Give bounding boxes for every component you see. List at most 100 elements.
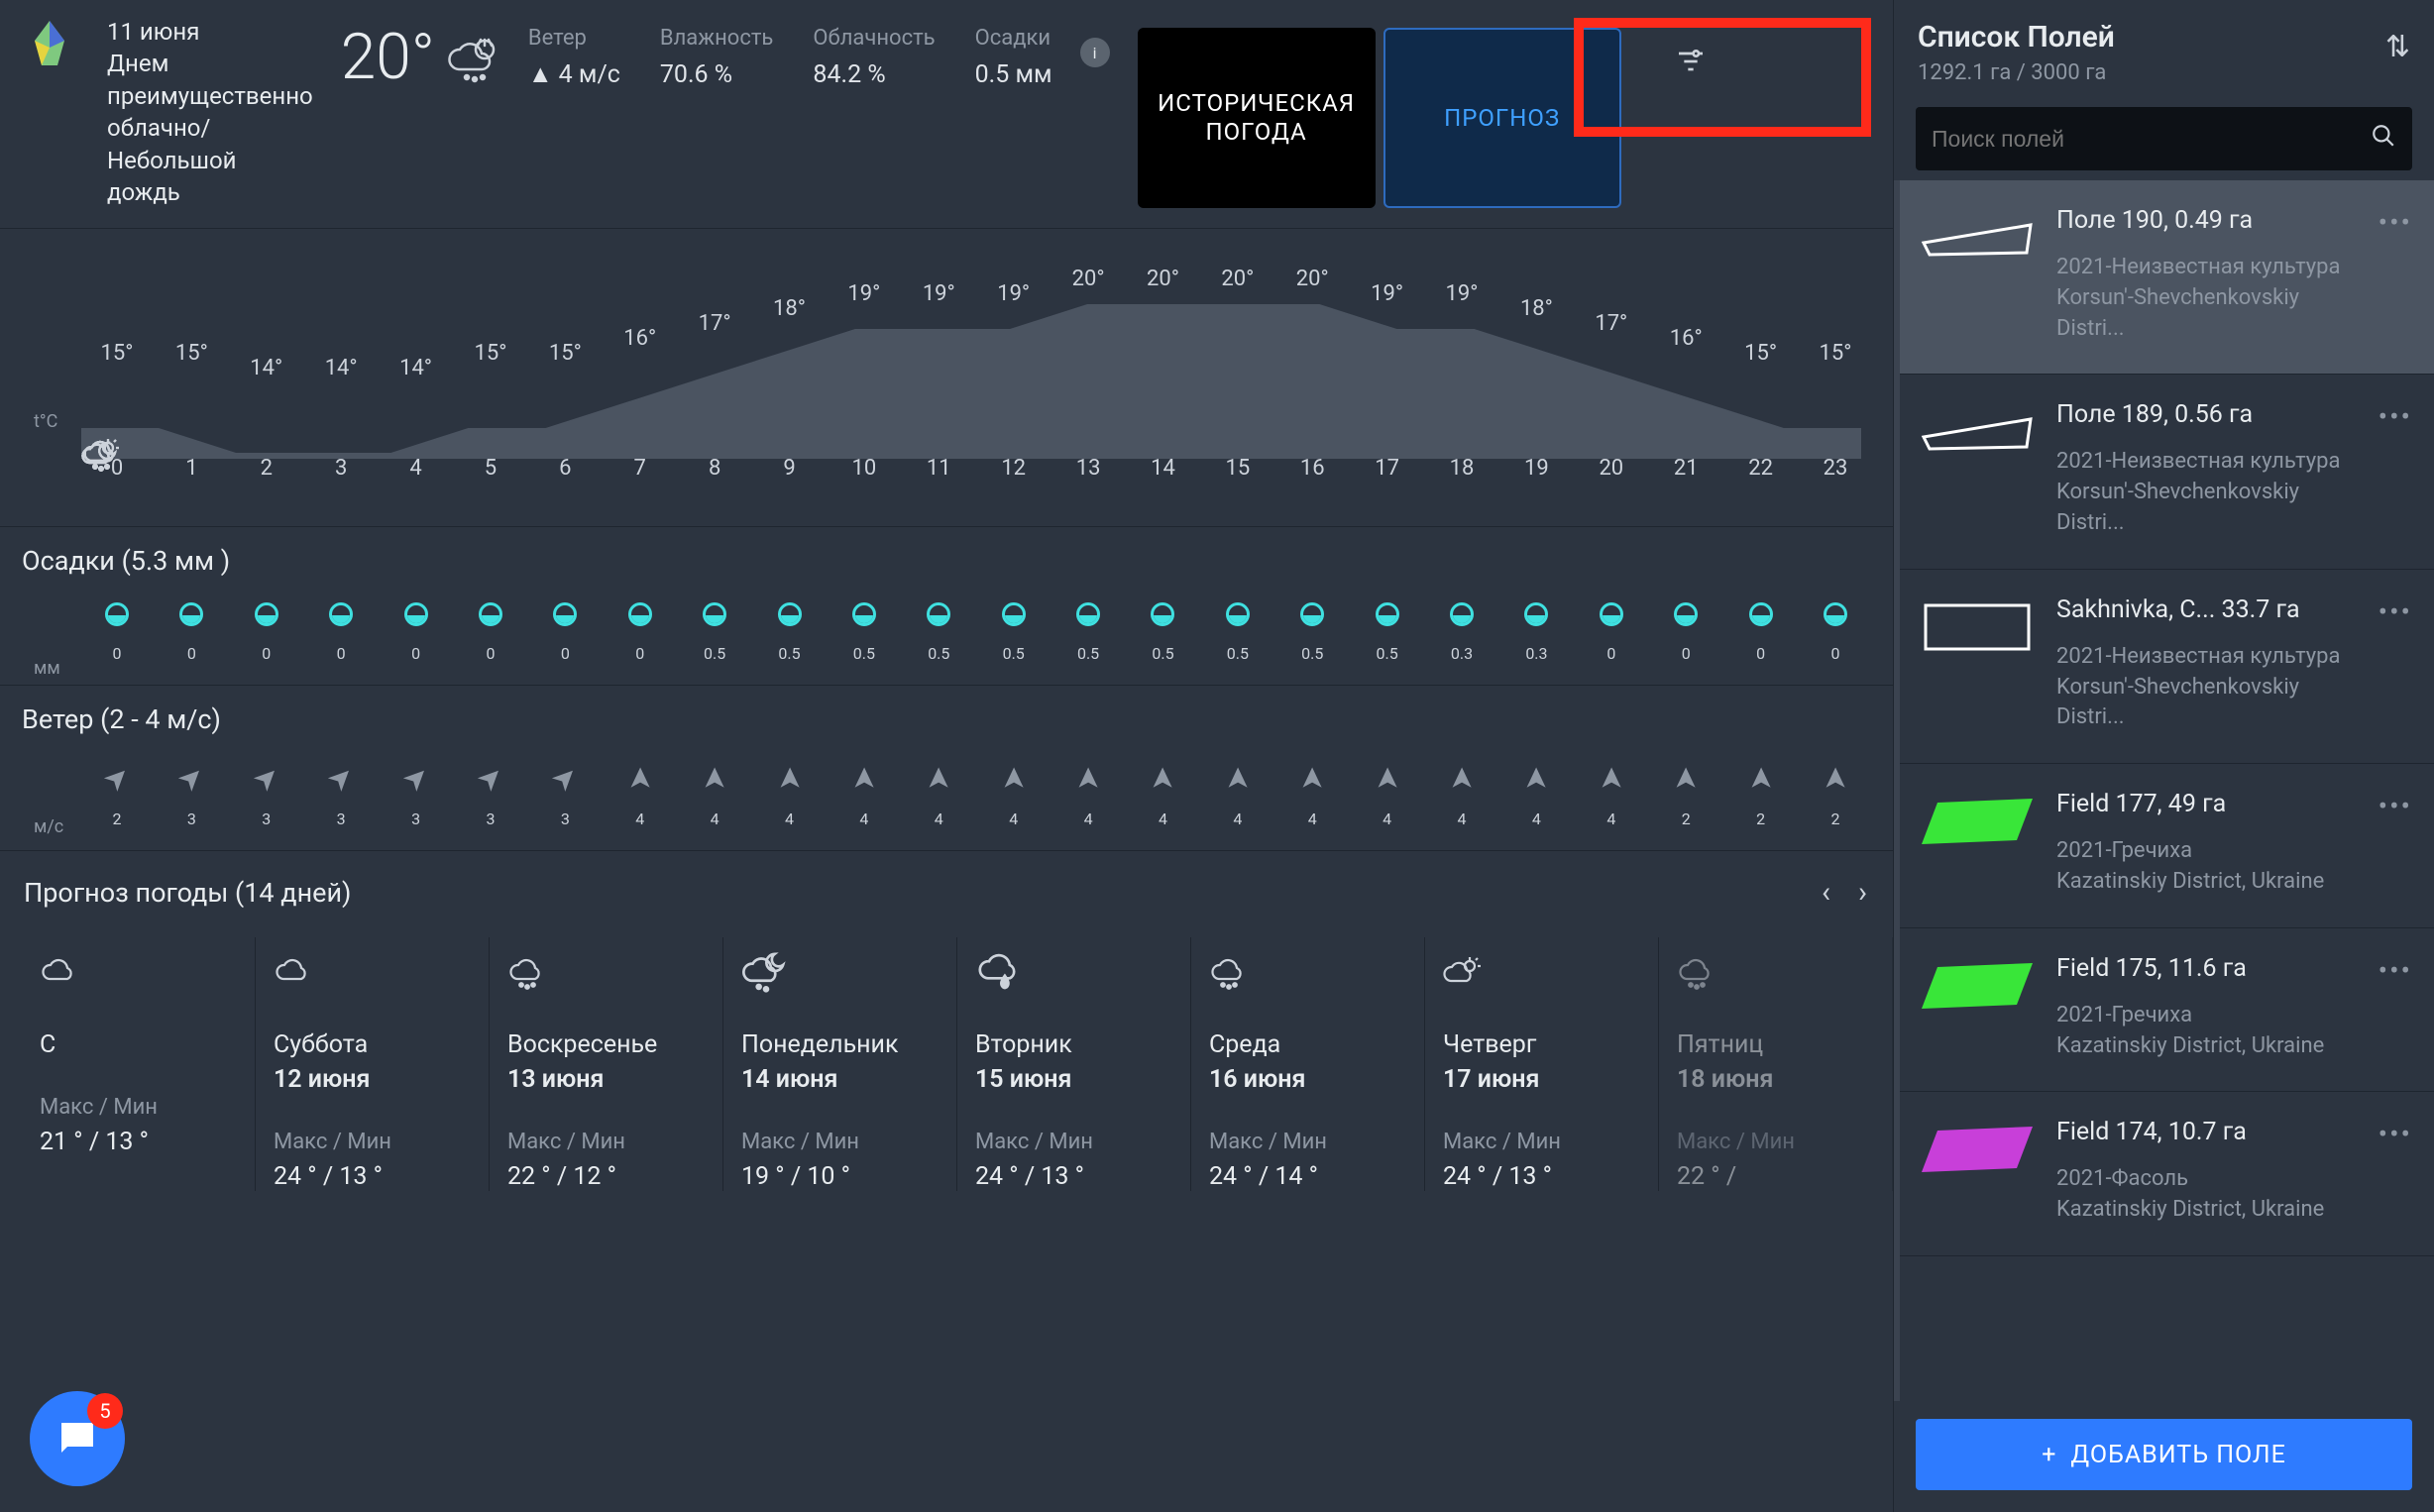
- chat-badge: 5: [87, 1393, 123, 1429]
- day-date: 14 июня: [741, 1065, 939, 1094]
- wind-dir-icon: ➤: [622, 743, 657, 814]
- wind-dir-icon: ➤: [996, 743, 1031, 814]
- forecast-day[interactable]: Воскресенье13 июняМакс / Мин22 ° / 12 °: [490, 937, 723, 1191]
- wind-row: ➤2➤3➤3➤3➤3➤3➤3➤4➤4➤4➤4➤4➤4➤4➤4➤4➤4➤4➤4➤4…: [22, 761, 1871, 828]
- forecast-day[interactable]: Понедельник14 июняМакс / Мин19 ° / 10 °: [723, 937, 957, 1191]
- temp-value: 19°: [829, 281, 900, 306]
- wind-dir-icon: ➤: [453, 741, 528, 816]
- temp-value: 15°: [455, 341, 526, 366]
- current-temperature: 20°: [341, 16, 500, 208]
- forecast-day[interactable]: СМакс / Мин21 ° / 13 °: [22, 937, 256, 1191]
- day-temp-values: 24 ° / 13 °: [274, 1162, 471, 1191]
- wind-dir-icon: ➤: [1818, 743, 1852, 814]
- temp-value: 19°: [1426, 281, 1497, 306]
- wind-cell: ➤4: [1352, 761, 1423, 828]
- hour-label: 1: [156, 456, 227, 481]
- forecast-prev-icon[interactable]: ‹: [1822, 875, 1830, 910]
- info-icon[interactable]: i: [1080, 38, 1110, 67]
- day-date: 12 июня: [274, 1065, 471, 1094]
- temp-value: 15°: [156, 341, 227, 366]
- temp-value: 18°: [754, 296, 826, 321]
- day-date: 13 июня: [507, 1065, 705, 1094]
- more-icon[interactable]: •••: [2379, 790, 2412, 898]
- field-list-item[interactable]: Field 177, 49 га2021-ГречихаKazatinskiy …: [1900, 764, 2434, 928]
- field-list-item[interactable]: Field 175, 11.6 га 2021-ГречихаKazatinski…: [1900, 928, 2434, 1093]
- day-temp-values: 19 ° / 10 °: [741, 1162, 939, 1191]
- precip-cell: 0.3: [1500, 602, 1572, 663]
- field-list-item[interactable]: Поле 190, 0.49 га2021-Неизвестная культу…: [1900, 180, 2434, 375]
- temp-axis-label: t°C: [34, 411, 57, 432]
- day-maxmin-label: Макс / Мин: [507, 1130, 705, 1154]
- day-name: С: [40, 1030, 237, 1059]
- app-logo-icon: [20, 16, 79, 75]
- temp-value: 14°: [305, 356, 377, 380]
- search-field[interactable]: [1916, 107, 2412, 170]
- tab-historical-weather[interactable]: ИСТОРИЧЕСКАЯ ПОГОДА: [1138, 28, 1376, 208]
- field-list-item[interactable]: Field 174, 10.7 га2021-ФасольKazatinskiy…: [1900, 1092, 2434, 1256]
- day-temp-values: 24 ° / 13 °: [975, 1162, 1172, 1191]
- field-desc: 2021-Неизвестная культураKorsun'-Shevche…: [2056, 642, 2359, 733]
- hour-label: 7: [605, 456, 676, 481]
- more-icon[interactable]: •••: [2379, 1118, 2412, 1226]
- more-icon[interactable]: •••: [2379, 954, 2412, 1062]
- day-maxmin-label: Макс / Мин: [975, 1130, 1172, 1154]
- temp-value: 19°: [1352, 281, 1423, 306]
- precip-cell: 0: [605, 602, 676, 663]
- hour-label: 18: [1426, 456, 1497, 481]
- day-weather-icon: [741, 949, 939, 1009]
- field-list-item[interactable]: Поле 189, 0.56 га2021-Неизвестная культу…: [1900, 375, 2434, 569]
- precip-title: Осадки (5.3 мм ): [22, 545, 1871, 577]
- more-icon[interactable]: •••: [2379, 206, 2412, 344]
- forecast-next-icon[interactable]: ›: [1858, 875, 1867, 910]
- field-shape-icon: [1918, 1118, 2037, 1181]
- precip-cell: 0: [231, 602, 302, 663]
- temp-value: 14°: [381, 356, 452, 380]
- wind-dir-icon: ➤: [155, 741, 230, 816]
- day-maxmin-label: Макс / Мин: [1209, 1130, 1406, 1154]
- search-icon[interactable]: [2371, 123, 2396, 156]
- sort-icon[interactable]: ⇅: [2385, 20, 2410, 85]
- forecast-day[interactable]: Пятниц18 июняМакс / Мин22 ° /: [1659, 937, 1893, 1191]
- more-icon[interactable]: •••: [2379, 400, 2412, 538]
- precip-cell: 0.5: [978, 602, 1050, 663]
- wind-cell: ➤3: [231, 761, 302, 828]
- wind-cell: ➤4: [605, 761, 676, 828]
- field-desc: 2021-ГречихаKazatinskiy District, Ukrain…: [2056, 1001, 2359, 1062]
- day-weather-icon: [507, 949, 705, 1009]
- hour-label: 9: [754, 456, 826, 481]
- temp-value: 15°: [81, 341, 153, 366]
- add-field-button[interactable]: + ДОБАВИТЬ ПОЛЕ: [1916, 1419, 2412, 1490]
- hour-label: 0: [81, 456, 153, 481]
- weather-summary: 11 июня Днем преимущественно облачно/ Не…: [107, 16, 313, 208]
- hour-label: 2: [231, 456, 302, 481]
- field-shape-icon: [1918, 595, 2037, 659]
- plus-icon: +: [2042, 1441, 2056, 1469]
- precip-cell: 0.5: [903, 602, 974, 663]
- forecast-day[interactable]: Четверг17 июняМакс / Мин24 ° / 13 °: [1425, 937, 1659, 1191]
- field-title: Field 175, 11.6 га: [2056, 954, 2359, 983]
- forecast-day[interactable]: Среда16 июняМакс / Мин24 ° / 14 °: [1191, 937, 1425, 1191]
- search-input[interactable]: [1932, 126, 2371, 153]
- field-list-title: Список Полей: [1918, 20, 2115, 54]
- wind-arrow-icon: ▲: [528, 60, 553, 89]
- temp-value: 20°: [1202, 267, 1273, 291]
- hour-label: 6: [529, 456, 601, 481]
- forecast-day[interactable]: Суббота12 июняМакс / Мин24 ° / 13 °: [256, 937, 490, 1191]
- chat-button[interactable]: 5: [30, 1391, 125, 1486]
- wind-dir-icon: ➤: [1445, 743, 1480, 814]
- day-weather-icon: [1209, 949, 1406, 1009]
- forecast-day[interactable]: Вторник15 июняМакс / Мин24 ° / 13 °: [957, 937, 1191, 1191]
- wind-dir-icon: ➤: [922, 743, 956, 814]
- wind-cell: ➤2: [1725, 761, 1797, 828]
- more-icon[interactable]: •••: [2379, 595, 2412, 733]
- precip-cell: 0: [1725, 602, 1797, 663]
- precip-cell: 0.5: [1202, 602, 1273, 663]
- day-name: Пятниц: [1677, 1030, 1874, 1059]
- hour-label: 13: [1052, 456, 1124, 481]
- wind-dir-icon: ➤: [79, 741, 155, 816]
- hour-label: 11: [903, 456, 974, 481]
- temp-value: 15°: [1800, 341, 1871, 366]
- day-maxmin-label: Макс / Мин: [1443, 1130, 1640, 1154]
- wind-dir-icon: ➤: [1743, 743, 1778, 814]
- field-list-item[interactable]: Sakhnivka, С... 33.7 га2021-Неизвестная …: [1900, 570, 2434, 764]
